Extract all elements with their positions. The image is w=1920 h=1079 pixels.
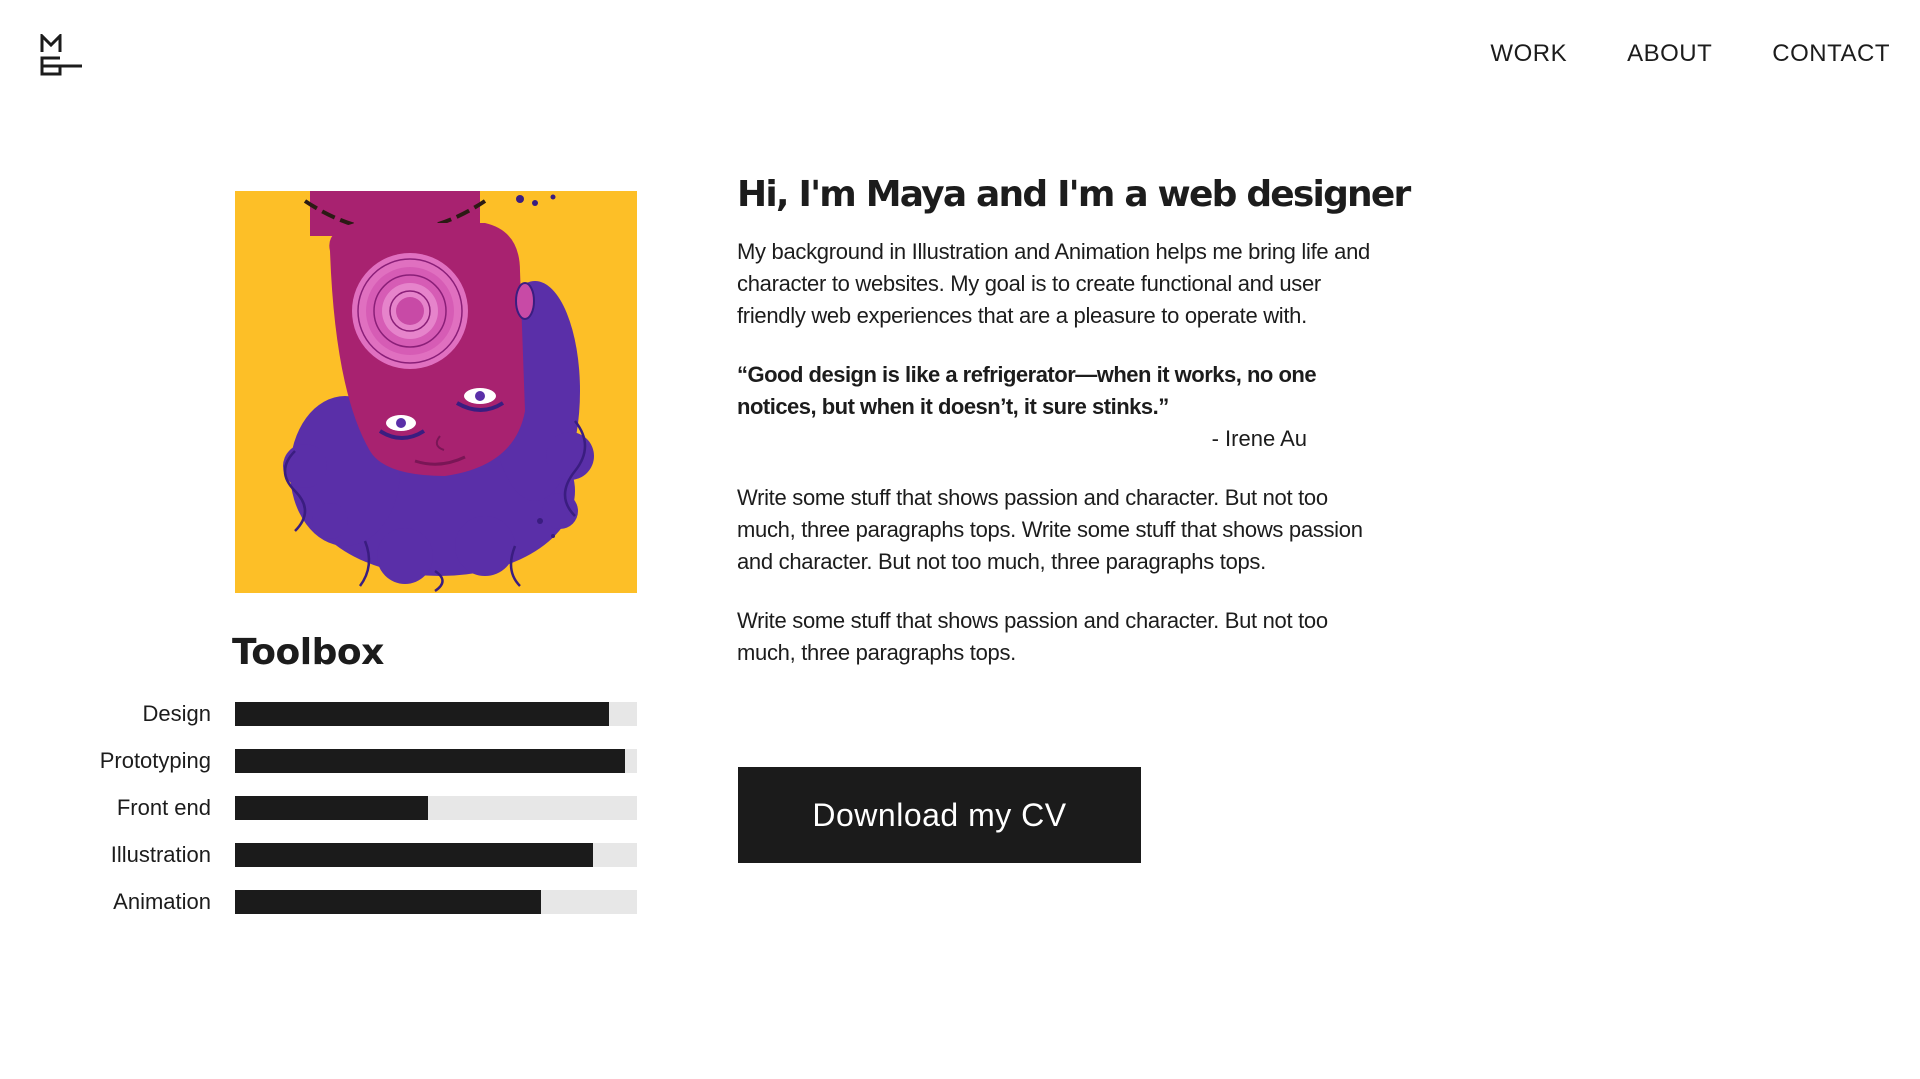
skill-label: Illustration bbox=[110, 842, 211, 867]
skill-bar-fill bbox=[235, 796, 428, 820]
about-content: My background in Illustration and Animat… bbox=[737, 236, 1377, 696]
skill-bar-design bbox=[235, 702, 637, 726]
quote-author: - Irene Au bbox=[1211, 426, 1307, 451]
skill-row-animation: Animation bbox=[40, 889, 640, 914]
nav-link-about[interactable]: ABOUT bbox=[1627, 40, 1712, 68]
skill-label: Front end bbox=[116, 795, 211, 820]
body-paragraph: Write some stuff that shows passion and … bbox=[737, 485, 1363, 574]
quote-text: “Good design is like a refrigerator—when… bbox=[737, 362, 1317, 419]
skill-label: Animation bbox=[113, 889, 211, 914]
skill-bar-fill bbox=[235, 749, 625, 773]
intro-paragraph: My background in Illustration and Animat… bbox=[737, 239, 1370, 328]
download-cv-button[interactable]: Download my CV bbox=[738, 767, 1141, 863]
skill-row-prototyping: Prototyping bbox=[40, 748, 640, 773]
skill-bar-fill bbox=[235, 702, 609, 726]
skill-bar-front-end bbox=[235, 796, 637, 820]
page-headline: Hi, I'm Maya and I'm a web designer bbox=[737, 174, 1411, 215]
portrait-illustration bbox=[235, 191, 637, 593]
mg-logo-icon[interactable] bbox=[40, 34, 84, 76]
skill-bar-prototyping bbox=[235, 749, 637, 773]
body-paragraph: Write some stuff that shows passion and … bbox=[737, 608, 1328, 665]
toolbox-title: Toolbox bbox=[232, 632, 384, 673]
main-nav: WORK ABOUT CONTACT bbox=[1490, 40, 1890, 68]
skill-bar-illustration bbox=[235, 843, 637, 867]
skill-bar-animation bbox=[235, 890, 637, 914]
skill-bar-fill bbox=[235, 890, 541, 914]
quote-block: “Good design is like a refrigerator—when… bbox=[737, 359, 1377, 455]
skill-label: Prototyping bbox=[99, 748, 211, 773]
skill-row-illustration: Illustration bbox=[40, 842, 640, 867]
nav-link-work[interactable]: WORK bbox=[1490, 40, 1567, 68]
skill-row-front-end: Front end bbox=[40, 795, 640, 820]
nav-link-contact[interactable]: CONTACT bbox=[1772, 40, 1890, 68]
skill-label: Design bbox=[142, 701, 211, 726]
upside-down-portrait-icon bbox=[235, 191, 637, 593]
skill-bar-fill bbox=[235, 843, 593, 867]
skills-list: Design Prototyping Front end Illustratio… bbox=[40, 701, 640, 937]
skill-row-design: Design bbox=[40, 701, 640, 726]
